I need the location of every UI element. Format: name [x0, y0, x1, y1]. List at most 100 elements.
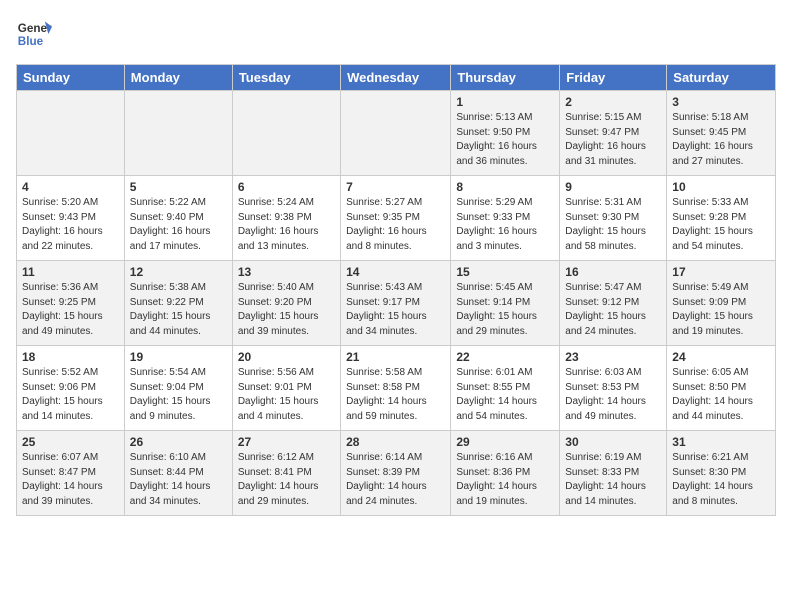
day-cell: 16 Sunrise: 5:47 AM Sunset: 9:12 PM Dayli… — [560, 261, 667, 346]
day-cell: 3Sunrise: 5:18 AM Sunset: 9:45 PM Daylig… — [667, 91, 776, 176]
day-cell: 21Sunrise: 5:58 AM Sunset: 8:58 PM Dayli… — [341, 346, 451, 431]
week-row-4: 18 Sunrise: 5:52 AM Sunset: 9:06 PM Dayli… — [17, 346, 776, 431]
day-info: Sunrise: 5:27 AM Sunset: 9:35 PM Dayligh… — [346, 196, 445, 254]
header-tuesday: Tuesday — [232, 65, 340, 91]
day-number: 31 — [672, 435, 770, 449]
day-cell: 12 Sunrise: 5:38 AM Sunset: 9:22 PM Dayli… — [124, 261, 232, 346]
day-number: 9 — [565, 180, 661, 194]
day-number: 25 — [22, 435, 119, 449]
day-number: 12 — [130, 265, 227, 279]
day-number: 16 — [565, 265, 661, 279]
day-number: 23 — [565, 350, 661, 364]
day-number: 26 — [130, 435, 227, 449]
day-info: Sunrise: 6:03 AM Sunset: 8:53 PM Dayligh… — [565, 366, 661, 424]
day-info: Sunrise: 6:12 AM Sunset: 8:41 PM Dayligh… — [238, 451, 335, 509]
day-cell: 6 Sunrise: 5:24 AM Sunset: 9:38 PM Daylig… — [232, 176, 340, 261]
header-saturday: Saturday — [667, 65, 776, 91]
day-number: 13 — [238, 265, 335, 279]
day-cell: 27 Sunrise: 6:12 AM Sunset: 8:41 PM Dayli… — [232, 431, 340, 516]
day-info: Sunrise: 6:14 AM Sunset: 8:39 PM Dayligh… — [346, 451, 445, 509]
header-friday: Friday — [560, 65, 667, 91]
day-number: 7 — [346, 180, 445, 194]
day-info: Sunrise: 5:13 AM Sunset: 9:50 PM Dayligh… — [456, 111, 554, 169]
day-cell: 11Sunrise: 5:36 AM Sunset: 9:25 PM Dayli… — [17, 261, 125, 346]
day-cell — [17, 91, 125, 176]
day-info: Sunrise: 5:54 AM Sunset: 9:04 PM Dayligh… — [130, 366, 227, 424]
day-number: 22 — [456, 350, 554, 364]
day-cell: 13 Sunrise: 5:40 AM Sunset: 9:20 PM Dayli… — [232, 261, 340, 346]
day-info: Sunrise: 5:47 AM Sunset: 9:12 PM Dayligh… — [565, 281, 661, 339]
day-cell: 29Sunrise: 6:16 AM Sunset: 8:36 PM Dayli… — [451, 431, 560, 516]
day-cell: 4Sunrise: 5:20 AM Sunset: 9:43 PM Daylig… — [17, 176, 125, 261]
day-number: 18 — [22, 350, 119, 364]
day-info: Sunrise: 5:31 AM Sunset: 9:30 PM Dayligh… — [565, 196, 661, 254]
day-info: Sunrise: 5:38 AM Sunset: 9:22 PM Dayligh… — [130, 281, 227, 339]
day-number: 28 — [346, 435, 445, 449]
page-header: General Blue — [16, 16, 776, 52]
day-cell: 1Sunrise: 5:13 AM Sunset: 9:50 PM Daylig… — [451, 91, 560, 176]
day-cell — [341, 91, 451, 176]
week-row-2: 4Sunrise: 5:20 AM Sunset: 9:43 PM Daylig… — [17, 176, 776, 261]
day-info: Sunrise: 5:33 AM Sunset: 9:28 PM Dayligh… — [672, 196, 770, 254]
day-cell: 14Sunrise: 5:43 AM Sunset: 9:17 PM Dayli… — [341, 261, 451, 346]
day-info: Sunrise: 5:36 AM Sunset: 9:25 PM Dayligh… — [22, 281, 119, 339]
day-info: Sunrise: 5:52 AM Sunset: 9:06 PM Dayligh… — [22, 366, 119, 424]
day-info: Sunrise: 5:22 AM Sunset: 9:40 PM Dayligh… — [130, 196, 227, 254]
day-number: 15 — [456, 265, 554, 279]
day-info: Sunrise: 5:45 AM Sunset: 9:14 PM Dayligh… — [456, 281, 554, 339]
day-info: Sunrise: 5:49 AM Sunset: 9:09 PM Dayligh… — [672, 281, 770, 339]
day-info: Sunrise: 5:56 AM Sunset: 9:01 PM Dayligh… — [238, 366, 335, 424]
day-number: 5 — [130, 180, 227, 194]
header-monday: Monday — [124, 65, 232, 91]
week-row-1: 1Sunrise: 5:13 AM Sunset: 9:50 PM Daylig… — [17, 91, 776, 176]
day-number: 24 — [672, 350, 770, 364]
day-cell: 25 Sunrise: 6:07 AM Sunset: 8:47 PM Dayli… — [17, 431, 125, 516]
day-number: 20 — [238, 350, 335, 364]
day-cell: 10 Sunrise: 5:33 AM Sunset: 9:28 PM Dayli… — [667, 176, 776, 261]
day-cell: 30Sunrise: 6:19 AM Sunset: 8:33 PM Dayli… — [560, 431, 667, 516]
day-number: 21 — [346, 350, 445, 364]
header-row: SundayMondayTuesdayWednesdayThursdayFrid… — [17, 65, 776, 91]
logo-icon: General Blue — [16, 16, 52, 52]
day-info: Sunrise: 6:05 AM Sunset: 8:50 PM Dayligh… — [672, 366, 770, 424]
day-number: 27 — [238, 435, 335, 449]
day-info: Sunrise: 6:01 AM Sunset: 8:55 PM Dayligh… — [456, 366, 554, 424]
day-number: 30 — [565, 435, 661, 449]
header-wednesday: Wednesday — [341, 65, 451, 91]
day-cell — [124, 91, 232, 176]
day-number: 19 — [130, 350, 227, 364]
day-cell: 19 Sunrise: 5:54 AM Sunset: 9:04 PM Dayli… — [124, 346, 232, 431]
calendar-table: SundayMondayTuesdayWednesdayThursdayFrid… — [16, 64, 776, 516]
day-number: 2 — [565, 95, 661, 109]
day-info: Sunrise: 5:40 AM Sunset: 9:20 PM Dayligh… — [238, 281, 335, 339]
day-cell: 17 Sunrise: 5:49 AM Sunset: 9:09 PM Dayli… — [667, 261, 776, 346]
header-thursday: Thursday — [451, 65, 560, 91]
day-number: 3 — [672, 95, 770, 109]
svg-text:Blue: Blue — [18, 35, 44, 48]
day-cell: 28 Sunrise: 6:14 AM Sunset: 8:39 PM Dayli… — [341, 431, 451, 516]
day-info: Sunrise: 5:29 AM Sunset: 9:33 PM Dayligh… — [456, 196, 554, 254]
day-cell: 22 Sunrise: 6:01 AM Sunset: 8:55 PM Dayli… — [451, 346, 560, 431]
calendar-header: SundayMondayTuesdayWednesdayThursdayFrid… — [17, 65, 776, 91]
day-info: Sunrise: 6:10 AM Sunset: 8:44 PM Dayligh… — [130, 451, 227, 509]
day-number: 6 — [238, 180, 335, 194]
day-info: Sunrise: 5:24 AM Sunset: 9:38 PM Dayligh… — [238, 196, 335, 254]
day-cell: 31 Sunrise: 6:21 AM Sunset: 8:30 PM Dayli… — [667, 431, 776, 516]
day-info: Sunrise: 6:07 AM Sunset: 8:47 PM Dayligh… — [22, 451, 119, 509]
day-number: 17 — [672, 265, 770, 279]
day-number: 8 — [456, 180, 554, 194]
day-cell: 26 Sunrise: 6:10 AM Sunset: 8:44 PM Dayli… — [124, 431, 232, 516]
day-number: 10 — [672, 180, 770, 194]
day-cell: 2Sunrise: 5:15 AM Sunset: 9:47 PM Daylig… — [560, 91, 667, 176]
day-number: 14 — [346, 265, 445, 279]
day-cell — [232, 91, 340, 176]
day-cell: 18 Sunrise: 5:52 AM Sunset: 9:06 PM Dayli… — [17, 346, 125, 431]
week-row-3: 11Sunrise: 5:36 AM Sunset: 9:25 PM Dayli… — [17, 261, 776, 346]
logo: General Blue — [16, 16, 26, 52]
day-cell: 20 Sunrise: 5:56 AM Sunset: 9:01 PM Dayli… — [232, 346, 340, 431]
day-cell: 8 Sunrise: 5:29 AM Sunset: 9:33 PM Daylig… — [451, 176, 560, 261]
day-cell: 5 Sunrise: 5:22 AM Sunset: 9:40 PM Daylig… — [124, 176, 232, 261]
day-info: Sunrise: 6:21 AM Sunset: 8:30 PM Dayligh… — [672, 451, 770, 509]
header-sunday: Sunday — [17, 65, 125, 91]
day-cell: 9 Sunrise: 5:31 AM Sunset: 9:30 PM Daylig… — [560, 176, 667, 261]
